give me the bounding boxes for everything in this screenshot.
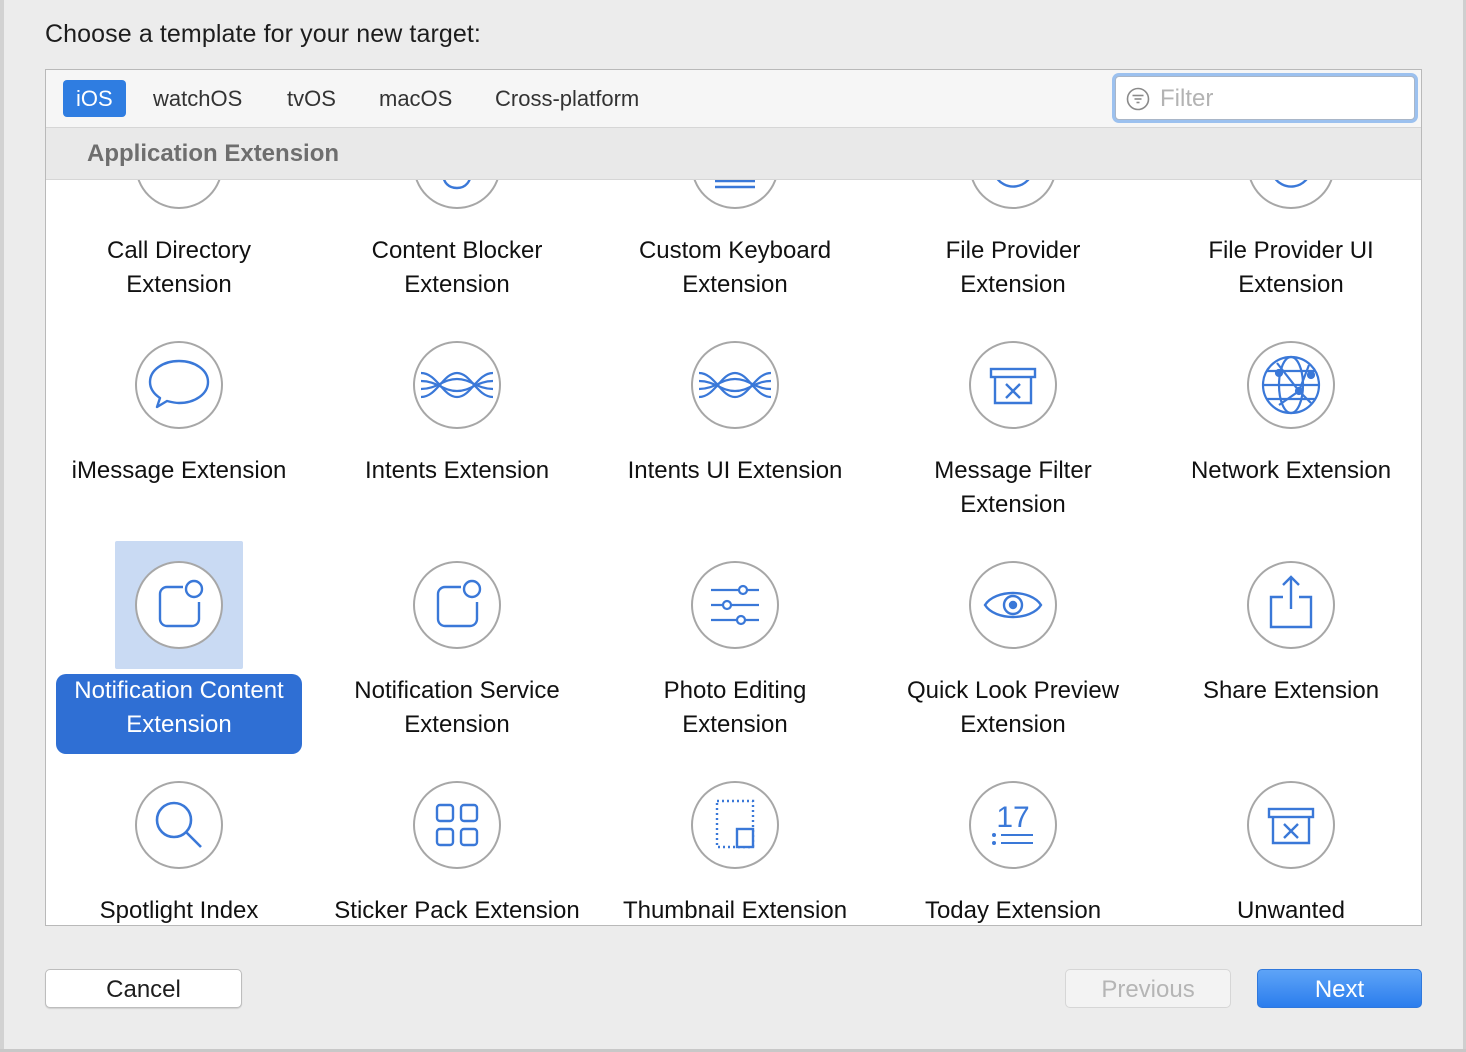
template-tile[interactable]: Quick Look Preview Extension <box>880 538 1158 758</box>
keyboard-icon <box>691 180 779 209</box>
template-tile[interactable]: 17 Today Extension <box>880 758 1158 925</box>
section-title: Application Extension <box>87 140 340 167</box>
template-tile[interactable]: Content Blocker Extension <box>324 180 602 318</box>
template-tile[interactable]: Photo Editing Extension <box>602 538 880 758</box>
template-label: Share Extension <box>1202 677 1380 704</box>
template-label: Message Filter Extension <box>934 457 1092 518</box>
template-label: File Provider Extension <box>945 237 1081 298</box>
tab-tvos[interactable]: tvOS <box>274 80 349 117</box>
template-label: Intents Extension <box>364 457 550 484</box>
template-tile[interactable]: File Provider Extension <box>880 180 1158 318</box>
template-tile[interactable]: Message Filter Extension <box>880 318 1158 538</box>
template-panel: iOS watchOS tvOS macOS Cross-platform Ap… <box>45 69 1422 926</box>
sliders-icon <box>691 561 779 649</box>
template-label: Today Extension <box>924 897 1102 924</box>
cancel-button[interactable]: Cancel <box>45 969 242 1008</box>
template-label: iMessage Extension <box>71 457 287 484</box>
dialog-prompt: Choose a template for your new target: <box>45 20 481 48</box>
sticker-grid-icon <box>413 781 501 869</box>
template-label: Intents UI Extension <box>627 457 843 484</box>
phone-icon <box>135 180 223 209</box>
filter-icon <box>1126 87 1150 111</box>
share-icon <box>1247 561 1335 649</box>
template-tile[interactable]: Custom Keyboard Extension <box>602 180 880 318</box>
refresh-icon <box>969 180 1057 209</box>
magnifier-icon <box>135 781 223 869</box>
hand-icon <box>413 180 501 209</box>
template-grid[interactable]: Call Directory Extension Content Blocker… <box>46 180 1421 925</box>
template-label: Notification Content Extension <box>56 674 302 754</box>
section-header: Application Extension <box>46 128 1421 180</box>
template-tile[interactable]: Spotlight Index Extension <box>46 758 324 925</box>
filter-field[interactable] <box>1115 76 1415 120</box>
template-tile[interactable]: File Provider UI Extension <box>1158 180 1421 318</box>
template-label: Unwanted Communication Extension <box>1236 897 1346 924</box>
template-label: Notification Service Extension <box>354 677 560 738</box>
tab-ios[interactable]: iOS <box>63 80 126 117</box>
template-label: Call Directory Extension <box>106 237 252 298</box>
filter-box-icon <box>969 341 1057 429</box>
template-tile-selected[interactable]: Notification Content Extension <box>46 538 324 758</box>
network-globe-icon <box>1247 341 1335 429</box>
template-label: Content Blocker Extension <box>371 237 543 298</box>
eye-icon <box>969 561 1057 649</box>
filter-input[interactable] <box>1158 81 1408 117</box>
template-label: Photo Editing Extension <box>663 677 807 738</box>
notification-icon <box>413 561 501 649</box>
notification-icon <box>135 561 223 649</box>
message-bubble-icon <box>135 341 223 429</box>
tab-watchos[interactable]: watchOS <box>140 80 255 117</box>
template-tile[interactable]: Intents Extension <box>324 318 602 538</box>
refresh-icon <box>1247 180 1335 209</box>
next-button[interactable]: Next <box>1257 969 1422 1008</box>
template-label: File Provider UI Extension <box>1208 237 1374 298</box>
template-label: Network Extension <box>1190 457 1392 484</box>
template-label: Sticker Pack Extension <box>334 897 580 924</box>
template-tile[interactable]: Notification Service Extension <box>324 538 602 758</box>
template-tile[interactable]: Unwanted Communication Extension <box>1158 758 1421 925</box>
template-tile[interactable]: Network Extension <box>1158 318 1421 538</box>
template-tile[interactable]: Intents UI Extension <box>602 318 880 538</box>
template-label: Quick Look Preview Extension <box>906 677 1120 738</box>
previous-button[interactable]: Previous <box>1065 969 1231 1008</box>
template-tile[interactable]: iMessage Extension <box>46 318 324 538</box>
window-edge <box>0 0 4 1052</box>
today-calendar-icon: 17 <box>969 781 1057 869</box>
tab-cross-platform[interactable]: Cross-platform <box>482 80 652 117</box>
thumbnail-icon <box>691 781 779 869</box>
template-tile[interactable]: Sticker Pack Extension <box>324 758 602 925</box>
template-label: Custom Keyboard Extension <box>638 237 832 298</box>
intents-waves-icon <box>691 341 779 429</box>
template-label: Thumbnail Extension <box>622 897 848 924</box>
template-tile[interactable]: Share Extension <box>1158 538 1421 758</box>
tab-macos[interactable]: macOS <box>366 80 465 117</box>
filter-box-icon <box>1247 781 1335 869</box>
platform-tab-bar: iOS watchOS tvOS macOS Cross-platform <box>46 70 1421 128</box>
template-label: Spotlight Index Extension <box>99 897 259 924</box>
template-tile[interactable]: Thumbnail Extension <box>602 758 880 925</box>
svg-text:17: 17 <box>996 801 1029 834</box>
template-tile[interactable]: Call Directory Extension <box>46 180 324 318</box>
intents-waves-icon <box>413 341 501 429</box>
